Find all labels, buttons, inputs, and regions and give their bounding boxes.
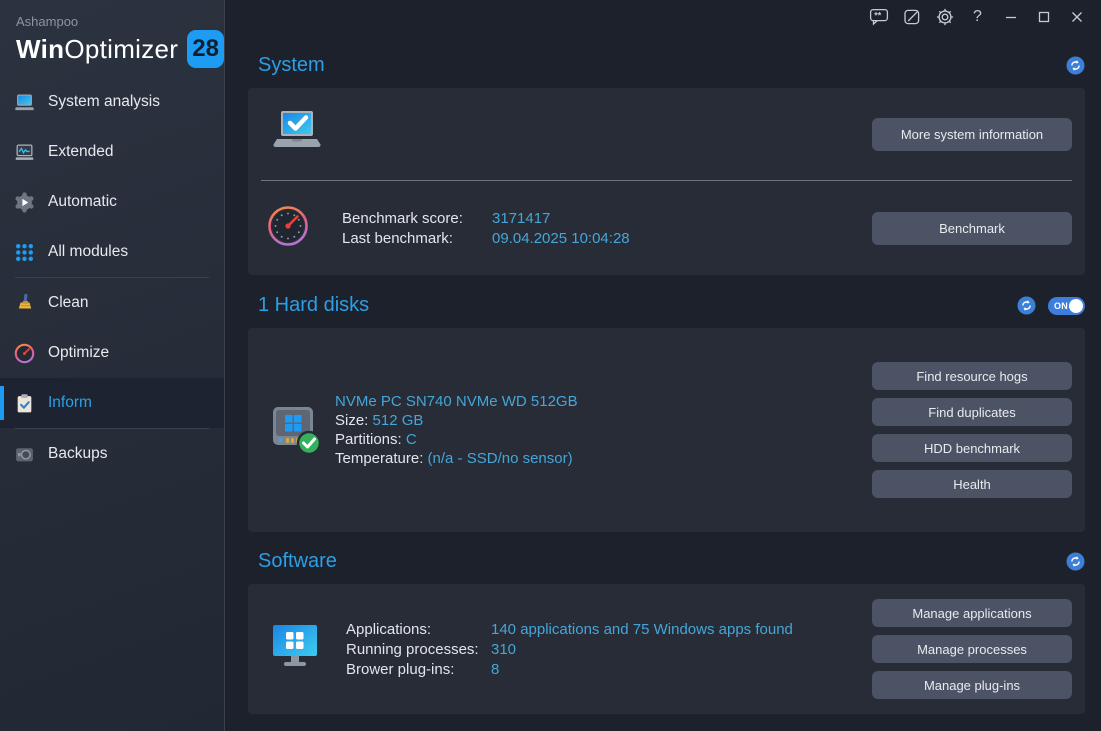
sidebar-item-optimize[interactable]: Optimize [0, 328, 224, 378]
plugins-value: 8 [491, 661, 793, 678]
sidebar-item-label: Extended [48, 143, 114, 161]
manage-plugins-button[interactable]: Manage plug-ins [872, 671, 1072, 699]
last-benchmark-value: 09.04.2025 10:04:28 [492, 230, 630, 247]
sidebar-item-automatic[interactable]: Automatic [0, 177, 224, 227]
gear-play-icon [14, 192, 35, 213]
sidebar: Ashampoo WinOptimizer 28 System analysis [0, 0, 225, 731]
apps-monitor-icon [272, 620, 318, 679]
disk-partitions-label: Partitions: [335, 431, 402, 448]
refresh-icon[interactable] [1017, 296, 1036, 315]
laptop-check-icon [14, 92, 35, 113]
disk-info: NVMe PC SN740 NVMe WD 512GB Size: 512 GB… [335, 392, 578, 468]
health-button[interactable]: Health [872, 470, 1072, 498]
processes-value: 310 [491, 641, 793, 658]
selected-indicator [0, 386, 4, 420]
sidebar-item-clean[interactable]: Clean [0, 278, 224, 328]
disk-name: NVMe PC SN740 NVMe WD 512GB [335, 392, 578, 411]
benchmark-info: Benchmark score: 3171417 Last benchmark:… [342, 210, 630, 247]
speedometer-icon [14, 343, 35, 364]
toggle-state-label: ON [1054, 301, 1068, 311]
benchmark-button[interactable]: Benchmark [872, 212, 1072, 245]
benchmark-score-value: 3171417 [492, 210, 630, 227]
sidebar-item-all-modules[interactable]: All modules [0, 227, 224, 277]
sidebar-menu: System analysis Extended [0, 77, 224, 479]
close-icon[interactable] [1060, 3, 1093, 31]
find-resource-hogs-button[interactable]: Find resource hogs [872, 362, 1072, 390]
content: System [226, 54, 1101, 714]
disks-section-header: 1 Hard disks ON [248, 294, 1085, 317]
hard-disk-icon [265, 399, 323, 462]
applications-value: 140 applications and 75 Windows apps fou… [491, 621, 793, 638]
compose-note-icon[interactable] [895, 3, 928, 31]
monitor-pulse-icon [14, 142, 35, 163]
software-info: Applications: 140 applications and 75 Wi… [346, 621, 793, 678]
disk-size-label: Size: [335, 412, 368, 429]
main-area: ** ? [226, 0, 1101, 731]
benchmark-gauge-icon [268, 206, 308, 251]
benchmark-score-label: Benchmark score: [342, 210, 492, 227]
disk-temperature-value: (n/a - SSD/no sensor) [428, 450, 573, 467]
hdd-benchmark-button[interactable]: HDD benchmark [872, 434, 1072, 462]
laptop-check-icon [268, 108, 326, 161]
system-section-header: System [248, 54, 1085, 77]
feedback-icon[interactable]: ** [862, 3, 895, 31]
find-duplicates-button[interactable]: Find duplicates [872, 398, 1072, 426]
sidebar-item-label: Inform [48, 394, 92, 412]
manage-applications-button[interactable]: Manage applications [872, 599, 1072, 627]
processes-label: Running processes: [346, 641, 491, 658]
maximize-icon[interactable] [1027, 3, 1060, 31]
system-card: More system information [248, 88, 1085, 275]
refresh-icon[interactable] [1066, 56, 1085, 75]
sidebar-item-extended[interactable]: Extended [0, 127, 224, 177]
disks-on-toggle[interactable]: ON [1048, 297, 1085, 315]
software-section-header: Software [248, 550, 1085, 573]
disk-actions: Find resource hogs Find duplicates HDD b… [872, 362, 1072, 498]
titlebar: ** ? [226, 0, 1101, 34]
disks-section-title: 1 Hard disks [258, 294, 1005, 317]
help-icon[interactable]: ? [961, 3, 994, 31]
clipboard-check-icon [14, 393, 35, 414]
manage-processes-button[interactable]: Manage processes [872, 635, 1072, 663]
more-system-information-button[interactable]: More system information [872, 118, 1072, 151]
sidebar-item-label: Optimize [48, 344, 109, 362]
settings-gear-icon[interactable] [928, 3, 961, 31]
refresh-icon[interactable] [1066, 552, 1085, 571]
brand-top: Ashampoo [16, 14, 224, 29]
sidebar-item-label: System analysis [48, 93, 160, 111]
minimize-icon[interactable] [994, 3, 1027, 31]
broom-icon [14, 293, 35, 314]
software-section-title: Software [258, 550, 1054, 573]
sidebar-item-inform[interactable]: Inform [0, 378, 224, 428]
app-logo: Ashampoo WinOptimizer 28 [0, 0, 224, 68]
grid-icon [14, 242, 35, 263]
disks-card: NVMe PC SN740 NVMe WD 512GB Size: 512 GB… [248, 328, 1085, 532]
backup-drive-icon [14, 444, 35, 465]
software-card: Applications: 140 applications and 75 Wi… [248, 584, 1085, 714]
plugins-label: Brower plug-ins: [346, 661, 491, 678]
winoptimizer-window: Ashampoo WinOptimizer 28 System analysis [0, 0, 1101, 731]
brand-name: WinOptimizer [16, 34, 178, 65]
software-actions: Manage applications Manage processes Man… [872, 599, 1072, 699]
toggle-knob [1069, 299, 1083, 313]
disk-temperature-label: Temperature: [335, 450, 423, 467]
svg-text:**: ** [874, 11, 882, 21]
disk-size-value: 512 GB [373, 412, 424, 429]
sidebar-item-label: Automatic [48, 193, 117, 211]
sidebar-item-label: Backups [48, 445, 107, 463]
system-section-title: System [258, 54, 1054, 77]
version-badge: 28 [187, 30, 224, 68]
sidebar-item-backups[interactable]: Backups [0, 429, 224, 479]
sidebar-item-label: All modules [48, 243, 128, 261]
sidebar-item-label: Clean [48, 294, 89, 312]
applications-label: Applications: [346, 621, 491, 638]
sidebar-item-system-analysis[interactable]: System analysis [0, 77, 224, 127]
last-benchmark-label: Last benchmark: [342, 230, 492, 247]
disk-partitions-value: C [406, 431, 417, 448]
